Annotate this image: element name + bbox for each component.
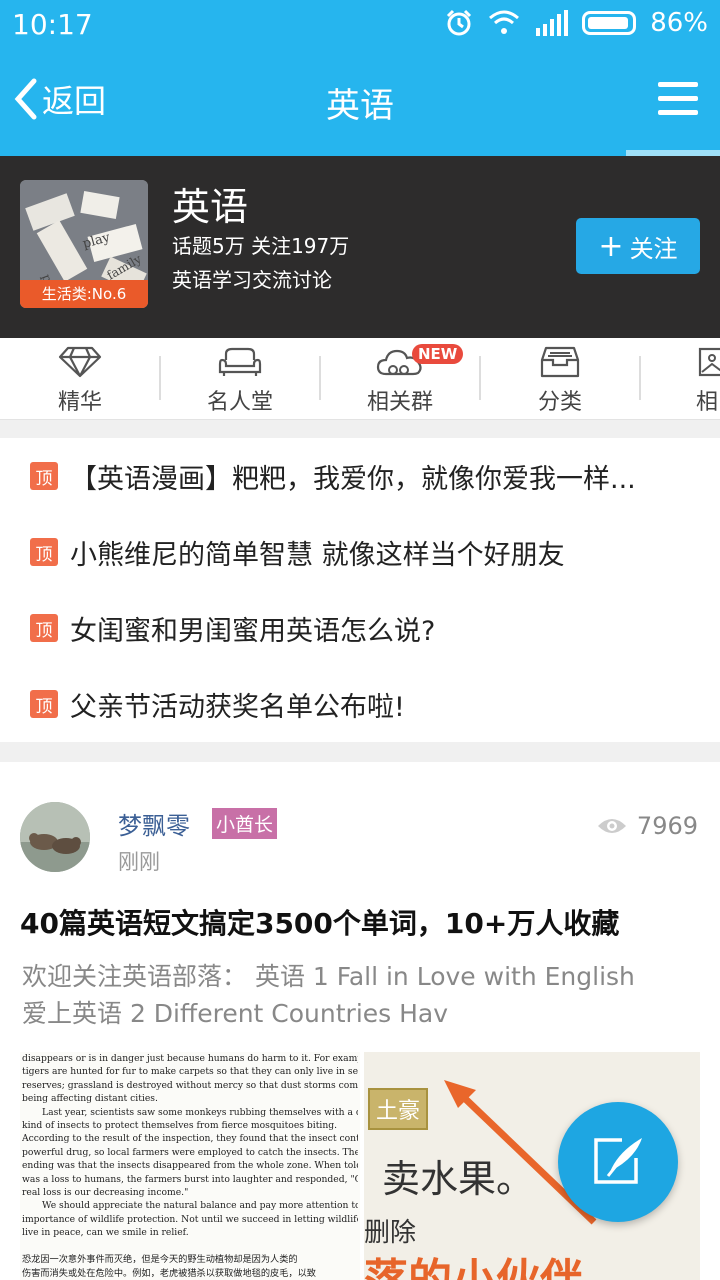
group-description: 英语学习交流讨论	[172, 268, 332, 292]
section-divider	[0, 420, 720, 438]
tab-hall-of-fame[interactable]: 名人堂	[160, 338, 320, 419]
image-tag-label: 土豪	[368, 1088, 429, 1130]
document-line: being affecting distant cities.	[22, 1093, 158, 1105]
new-badge: NEW	[412, 344, 464, 364]
pinned-title: 女闺蜜和男闺蜜用英语怎么说?	[70, 615, 436, 647]
document-line: tigers are hunted for fur to make carpet…	[22, 1066, 358, 1078]
document-line: ending was that the insects disappeared …	[22, 1160, 358, 1172]
nav-bar: 返回 英语	[0, 50, 720, 150]
avatar-rank-badge: 生活类:No.6	[20, 280, 148, 308]
group-header: play paradise family 生活类:No.6 英语 话题5万 关注…	[0, 156, 720, 338]
view-count-value: 7969	[636, 812, 698, 840]
pinned-list: 顶 【英语漫画】粑粑，我爱你，就像你爱我一样... 顶 小熊维尼的简单智慧 就像…	[0, 438, 720, 742]
document-line: importance of wildlife protection. Not u…	[22, 1213, 358, 1225]
summary-line: 爱上英语 2 Different Countries Hav	[22, 999, 449, 1028]
document-line: 伤害而消失或处在危险中。例如，老虎被猎杀以获取做地毯的皮毛，以致	[22, 1267, 316, 1279]
status-time: 10:17	[12, 8, 93, 41]
pinned-title: 小熊维尼的简单智慧 就像这样当个好朋友	[70, 539, 565, 571]
document-line: We should appreciate the natural balance…	[42, 1200, 358, 1212]
group-avatar[interactable]: play paradise family 生活类:No.6	[20, 180, 148, 308]
tab-photos[interactable]: 相	[640, 338, 720, 419]
sofa-icon	[218, 347, 262, 376]
plus-icon: +	[598, 228, 624, 264]
pinned-item[interactable]: 顶 【英语漫画】粑粑，我爱你，就像你爱我一样...	[30, 438, 710, 514]
document-line: real loss is our decreasing income."	[22, 1187, 189, 1199]
author-name[interactable]: 梦飘零	[118, 806, 190, 841]
tab-label: 名人堂	[206, 390, 273, 415]
status-bar: 10:17 86%	[0, 0, 720, 50]
inbox-icon	[540, 346, 580, 378]
summary-line: 欢迎关注英语部落： 英语 1 Fall in Love with English	[22, 962, 635, 991]
document-text: disappears or is in danger just because …	[22, 1052, 358, 1280]
document-line: live in peace, can we smile in relief.	[22, 1227, 189, 1239]
battery-percent: 86%	[650, 8, 708, 38]
tab-label: 相	[696, 390, 719, 415]
post-time: 刚刚	[118, 850, 160, 874]
tab-strip: 精华 名人堂 NEW 相关群 分类 相	[0, 338, 720, 420]
pin-tag: 顶	[30, 614, 58, 642]
alarm-icon	[447, 9, 472, 36]
author-avatar[interactable]	[20, 802, 90, 872]
pinned-title: 【英语漫画】粑粑，我爱你，就像你爱我一样...	[70, 463, 636, 495]
signal-icon	[536, 10, 569, 36]
tab-essence[interactable]: 精华	[0, 338, 160, 419]
document-line: reserves; grassland is destroyed without…	[22, 1079, 358, 1091]
compose-button[interactable]	[558, 1102, 678, 1222]
section-divider	[0, 742, 720, 762]
pin-tag: 顶	[30, 462, 58, 490]
tab-label: 分类	[537, 390, 582, 415]
post-image[interactable]: disappears or is in danger just because …	[20, 1052, 360, 1280]
status-icons: 86%	[444, 8, 708, 38]
document-line: Last year, scientists saw some monkeys r…	[42, 1106, 358, 1118]
wifi-icon	[489, 10, 520, 34]
menu-button[interactable]	[658, 82, 698, 116]
menu-icon-bar	[658, 110, 698, 115]
tab-categories[interactable]: 分类	[480, 338, 640, 419]
pinned-title: 父亲节活动获奖名单公布啦!	[70, 691, 405, 723]
page-title: 英语	[326, 86, 394, 126]
role-badge: 小酋长	[212, 808, 278, 839]
tab-related-groups[interactable]: NEW 相关群	[320, 338, 480, 419]
pinned-item[interactable]: 顶 女闺蜜和男闺蜜用英语怎么说?	[30, 590, 710, 666]
document-line: disappears or is in danger just because …	[22, 1053, 358, 1064]
battery-icon	[582, 11, 637, 35]
tab-label: 相关群	[366, 390, 433, 415]
group-name: 英语	[172, 185, 249, 229]
pin-tag: 顶	[30, 538, 58, 566]
compose-icon	[594, 1138, 642, 1184]
diamond-icon	[58, 346, 102, 378]
follow-label: 关注	[629, 234, 678, 263]
document-line: powerful drug, so local farmers were emp…	[22, 1146, 358, 1158]
document-line: kind of insects to protect themselves fr…	[22, 1120, 338, 1132]
pinned-item[interactable]: 顶 小熊维尼的简单智慧 就像这样当个好朋友	[30, 514, 710, 590]
image-text: 落的小伙伴	[364, 1244, 584, 1280]
eye-icon	[597, 819, 626, 833]
document-line: 恐龙因一次意外事件而灭绝，但是今天的野生动植物却是因为人类的	[22, 1254, 298, 1266]
post-title[interactable]: 40篇英语短文搞定3500个单词，10+万人收藏	[20, 902, 710, 942]
pin-tag: 顶	[30, 690, 58, 718]
post-summary: 欢迎关注英语部落： 英语 1 Fall in Love with English…	[22, 958, 702, 1032]
avatar-image	[20, 802, 90, 872]
image-text: 卖水果。	[382, 1157, 535, 1201]
menu-icon-bar	[658, 96, 698, 101]
document-line: was a loss to humans, the farmers burst …	[22, 1173, 358, 1185]
document-line: According to the result of the inspectio…	[22, 1133, 358, 1145]
picture-icon	[698, 347, 720, 377]
follow-button[interactable]: + 关注	[576, 218, 700, 274]
group-stats: 话题5万 关注197万	[172, 234, 350, 258]
menu-icon-bar	[658, 82, 698, 87]
view-count: 7969	[597, 812, 698, 840]
pinned-item[interactable]: 顶 父亲节活动获奖名单公布啦!	[30, 666, 710, 742]
tab-label: 精华	[57, 390, 102, 415]
